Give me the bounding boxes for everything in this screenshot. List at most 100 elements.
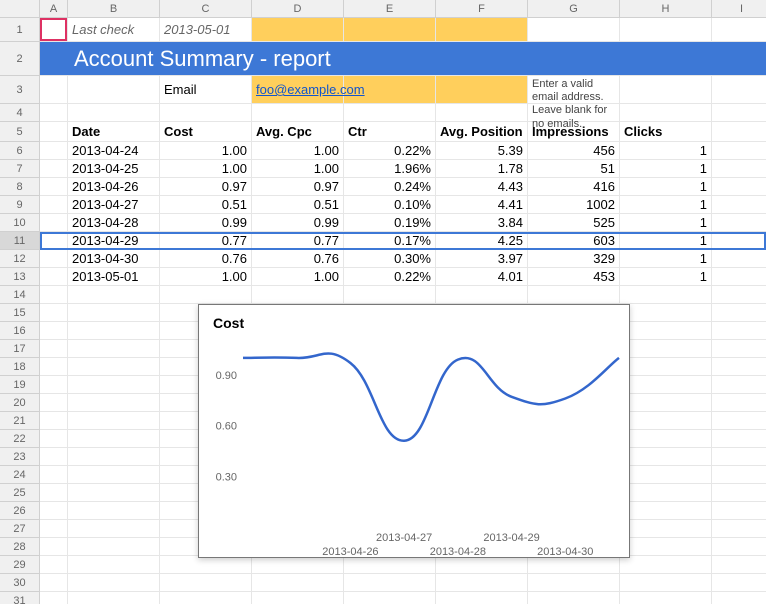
cell-C13[interactable]: 1.00 xyxy=(160,268,252,286)
cell-I8[interactable] xyxy=(712,178,766,196)
cell-I7[interactable] xyxy=(712,160,766,178)
cell-H29[interactable] xyxy=(620,556,712,574)
cell-B24[interactable] xyxy=(68,466,160,484)
cell-A7[interactable] xyxy=(40,160,68,178)
cell-H8[interactable]: 1 xyxy=(620,178,712,196)
cell-G30[interactable] xyxy=(528,574,620,592)
cell-F4[interactable] xyxy=(436,104,528,122)
cell-B23[interactable] xyxy=(68,448,160,466)
row-header-10[interactable]: 10 xyxy=(0,214,40,232)
cell-H25[interactable] xyxy=(620,484,712,502)
cell-A3[interactable] xyxy=(40,76,68,104)
cell-F31[interactable] xyxy=(436,592,528,604)
row-header-27[interactable]: 27 xyxy=(0,520,40,538)
cell-A25[interactable] xyxy=(40,484,68,502)
cell-G31[interactable] xyxy=(528,592,620,604)
cell-F1[interactable] xyxy=(436,18,528,42)
cell-E10[interactable]: 0.19% xyxy=(344,214,436,232)
cell-B18[interactable] xyxy=(68,358,160,376)
cell-F10[interactable]: 3.84 xyxy=(436,214,528,232)
row-header-15[interactable]: 15 xyxy=(0,304,40,322)
cell-D7[interactable]: 1.00 xyxy=(252,160,344,178)
cell-C14[interactable] xyxy=(160,286,252,304)
row-header-8[interactable]: 8 xyxy=(0,178,40,196)
cell-I19[interactable] xyxy=(712,376,766,394)
cell-A26[interactable] xyxy=(40,502,68,520)
row-header-14[interactable]: 14 xyxy=(0,286,40,304)
cell-B2[interactable]: Account Summary - report xyxy=(68,42,160,76)
cell-E7[interactable]: 1.96% xyxy=(344,160,436,178)
cell-H6[interactable]: 1 xyxy=(620,142,712,160)
cell-E9[interactable]: 0.10% xyxy=(344,196,436,214)
cell-H27[interactable] xyxy=(620,520,712,538)
cell-G9[interactable]: 1002 xyxy=(528,196,620,214)
row-header-1[interactable]: 1 xyxy=(0,18,40,42)
cell-E30[interactable] xyxy=(344,574,436,592)
cell-B11[interactable]: 2013-04-29 xyxy=(68,232,160,250)
cell-A1[interactable] xyxy=(40,18,68,42)
cell-G14[interactable] xyxy=(528,286,620,304)
cell-F2[interactable] xyxy=(436,42,528,76)
cell-I30[interactable] xyxy=(712,574,766,592)
cell-I13[interactable] xyxy=(712,268,766,286)
cell-I1[interactable] xyxy=(712,18,766,42)
cell-F9[interactable]: 4.41 xyxy=(436,196,528,214)
cell-A23[interactable] xyxy=(40,448,68,466)
cell-I6[interactable] xyxy=(712,142,766,160)
cell-E6[interactable]: 0.22% xyxy=(344,142,436,160)
cell-D13[interactable]: 1.00 xyxy=(252,268,344,286)
cell-H7[interactable]: 1 xyxy=(620,160,712,178)
cell-C31[interactable] xyxy=(160,592,252,604)
cell-A29[interactable] xyxy=(40,556,68,574)
row-header-3[interactable]: 3 xyxy=(0,76,40,104)
cell-E31[interactable] xyxy=(344,592,436,604)
cell-A19[interactable] xyxy=(40,376,68,394)
cell-D14[interactable] xyxy=(252,286,344,304)
cell-A15[interactable] xyxy=(40,304,68,322)
cell-B8[interactable]: 2013-04-26 xyxy=(68,178,160,196)
cell-G12[interactable]: 329 xyxy=(528,250,620,268)
cell-A17[interactable] xyxy=(40,340,68,358)
cell-A2[interactable] xyxy=(40,42,68,76)
cell-I24[interactable] xyxy=(712,466,766,484)
cell-B3[interactable] xyxy=(68,76,160,104)
cell-I16[interactable] xyxy=(712,322,766,340)
cell-I9[interactable] xyxy=(712,196,766,214)
row-header-11[interactable]: 11 xyxy=(0,232,40,250)
cell-H2[interactable] xyxy=(620,42,712,76)
cell-B1[interactable]: Last check xyxy=(68,18,160,42)
cell-E5[interactable]: Ctr xyxy=(344,122,436,142)
cell-H3[interactable] xyxy=(620,76,712,104)
cell-B30[interactable] xyxy=(68,574,160,592)
cell-B27[interactable] xyxy=(68,520,160,538)
row-header-30[interactable]: 30 xyxy=(0,574,40,592)
cell-I4[interactable] xyxy=(712,104,766,122)
cell-A11[interactable] xyxy=(40,232,68,250)
cell-A13[interactable] xyxy=(40,268,68,286)
row-header-9[interactable]: 9 xyxy=(0,196,40,214)
cell-I20[interactable] xyxy=(712,394,766,412)
row-header-20[interactable]: 20 xyxy=(0,394,40,412)
cell-I26[interactable] xyxy=(712,502,766,520)
row-header-6[interactable]: 6 xyxy=(0,142,40,160)
cell-D5[interactable]: Avg. Cpc xyxy=(252,122,344,142)
cell-B17[interactable] xyxy=(68,340,160,358)
row-header-4[interactable]: 4 xyxy=(0,104,40,122)
row-header-28[interactable]: 28 xyxy=(0,538,40,556)
cell-A31[interactable] xyxy=(40,592,68,604)
cell-I14[interactable] xyxy=(712,286,766,304)
cell-F5[interactable]: Avg. Position xyxy=(436,122,528,142)
cell-A27[interactable] xyxy=(40,520,68,538)
cell-A4[interactable] xyxy=(40,104,68,122)
cell-B20[interactable] xyxy=(68,394,160,412)
col-header-H[interactable]: H xyxy=(620,0,712,18)
cell-B15[interactable] xyxy=(68,304,160,322)
col-header-B[interactable]: B xyxy=(68,0,160,18)
cell-A28[interactable] xyxy=(40,538,68,556)
cell-A8[interactable] xyxy=(40,178,68,196)
cell-D11[interactable]: 0.77 xyxy=(252,232,344,250)
cell-B13[interactable]: 2013-05-01 xyxy=(68,268,160,286)
cell-E13[interactable]: 0.22% xyxy=(344,268,436,286)
cell-E4[interactable] xyxy=(344,104,436,122)
cell-G13[interactable]: 453 xyxy=(528,268,620,286)
